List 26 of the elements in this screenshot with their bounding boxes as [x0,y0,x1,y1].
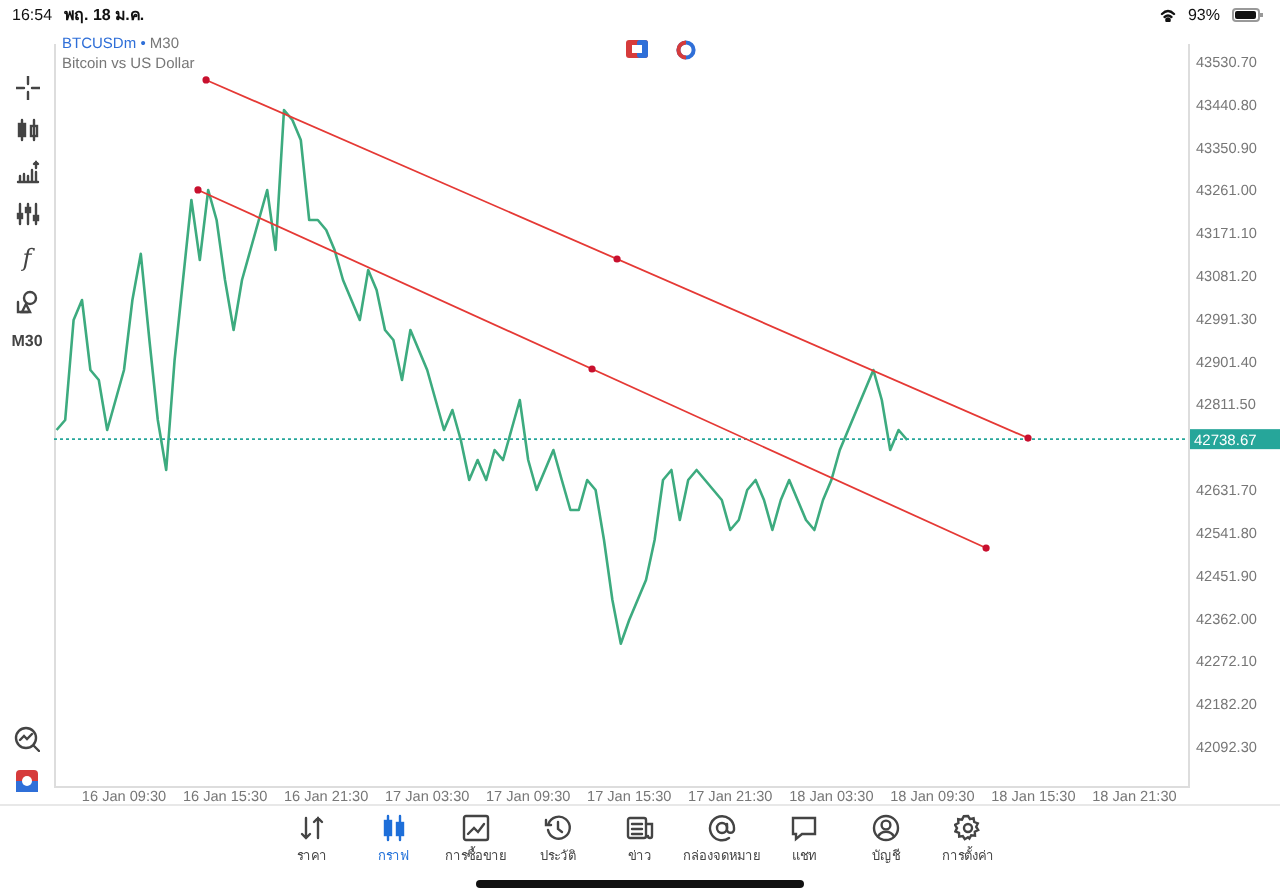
clock-time: 16:54 [12,5,53,23]
trend-line[interactable] [194,186,990,552]
sort-arrows-icon [298,814,326,842]
chart-zoom-icon[interactable] [14,726,40,752]
candlestick-icon [380,814,408,842]
one-click-trading-icon[interactable] [626,40,648,58]
news-icon [626,814,654,842]
battery-percent: 93% [1187,5,1220,23]
shapes-icon[interactable] [15,290,39,314]
line-chart-icon [462,814,490,842]
chat-icon [790,814,818,842]
timeframe-button[interactable]: M30 [11,332,43,350]
at-sign-icon [708,814,736,842]
settings-icon [954,814,982,842]
history-icon [544,814,572,842]
battery-icon [1232,7,1264,21]
account-icon [872,814,900,842]
app-logo-icon[interactable] [16,770,38,792]
ring-icon[interactable] [676,40,696,60]
crosshair-icon[interactable] [15,76,39,100]
bar-chart-icon[interactable] [15,160,39,184]
wifi-icon [1159,7,1176,21]
date-text: พฤ. 18 ม.ค. [64,3,145,27]
candlestick-icon[interactable] [15,118,39,142]
indicators-icon[interactable] [15,202,39,226]
function-button[interactable]: f [22,244,32,272]
